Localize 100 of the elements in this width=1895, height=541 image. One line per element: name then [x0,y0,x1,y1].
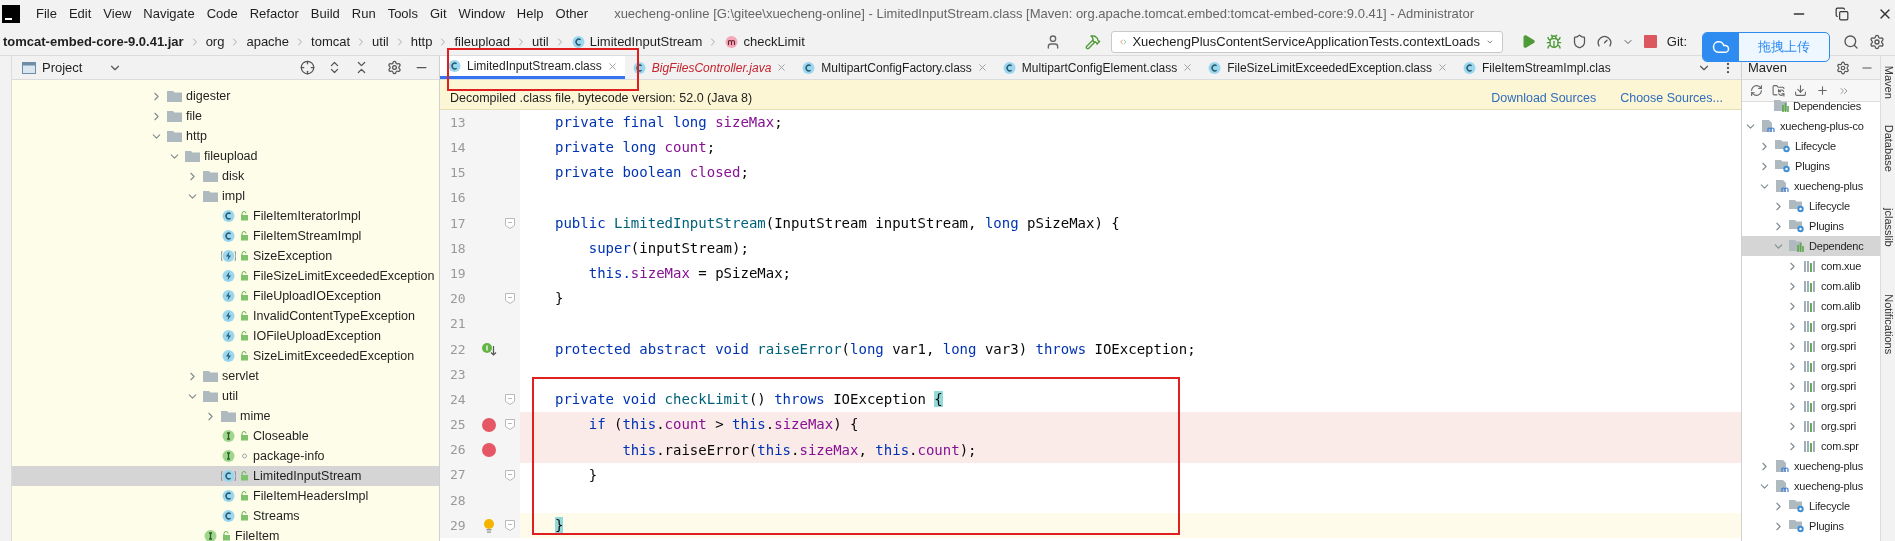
debug-icon[interactable] [1545,33,1562,50]
tree-item[interactable]: FileUploadIOException [12,286,439,306]
fold-icon[interactable] [505,469,515,481]
menu-item[interactable]: Help [510,4,550,24]
settings-icon[interactable] [1869,33,1885,50]
tree-item[interactable]: xuecheng-plus [1742,476,1880,496]
settings-icon[interactable] [387,60,402,75]
breadcrumb-item[interactable]: util [372,31,389,52]
tree-item[interactable]: com.alib [1742,276,1880,296]
tree-item[interactable]: FileSizeLimitExceededException [12,266,439,286]
tree-item[interactable]: fileupload [12,146,439,166]
tree-item[interactable]: file [12,106,439,126]
menu-item[interactable]: Run [345,4,382,24]
breadcrumb-item[interactable]: org [205,31,225,52]
coverage-icon[interactable] [1571,34,1587,49]
tree-item[interactable]: Plugins [1742,516,1880,536]
implemented-icon[interactable] [481,341,497,358]
tree-item[interactable]: SizeException [12,246,439,266]
tree-item[interactable]: Closeable [12,426,439,446]
link[interactable]: Download Sources [1491,89,1597,108]
menu-item[interactable]: Build [304,4,346,24]
breakpoint-icon[interactable] [482,417,496,432]
tree-item[interactable]: disk [12,166,439,186]
settings-icon[interactable] [1836,60,1850,75]
tree-item[interactable]: org.spri [1742,316,1880,336]
breadcrumb-item[interactable]: tomcat-embed-core-9.0.41.jar [3,31,184,52]
tree-item[interactable]: FileItem [12,526,439,541]
run-config-dropdown[interactable]: XuechengPlusContentServiceApplicationTests.contextLoads [1110,30,1503,53]
tree-item[interactable]: Lifecycle [1742,496,1880,516]
tree-item[interactable]: LimitedInputStream [12,466,439,486]
editor-tab[interactable]: BigFilesController.java [624,56,795,79]
menu-item[interactable]: Refactor [243,4,305,24]
breadcrumb-item[interactable]: LimitedInputStream [589,31,703,52]
tree-item[interactable]: Lifecycle [1742,136,1880,156]
editor-tab[interactable]: MultipartConfigElement.class [994,56,1201,79]
tree-item[interactable]: FileItemStreamImpl [12,226,439,246]
tree-item[interactable]: com.alib [1742,296,1880,316]
tree-item[interactable]: Dependenc [1742,236,1880,256]
editor-tab[interactable]: FileItemStreamImpl.clas [1455,56,1618,79]
tree-item[interactable]: util [12,386,439,406]
tree-item[interactable]: http [12,126,439,146]
editor-tab[interactable]: MultipartConfigFactory.class [794,56,995,79]
breadcrumb-item[interactable]: http [410,31,433,52]
folder-sync-icon[interactable] [1772,84,1785,97]
hammer-icon[interactable] [1084,33,1101,50]
link[interactable]: Choose Sources... [1620,89,1723,108]
menu-item[interactable]: Tools [381,4,424,24]
tree-item[interactable]: digester [12,86,439,106]
menu-item[interactable]: View [97,4,138,24]
lightbulb-icon[interactable] [483,517,495,534]
breadcrumb-item[interactable]: apache [246,31,290,52]
side-tab[interactable]: Maven [1880,66,1895,99]
breadcrumb-item[interactable]: fileupload [454,31,511,52]
tree-item[interactable]: com.spr [1742,436,1880,456]
tree-item[interactable]: InvalidContentTypeException [12,306,439,326]
tree-item[interactable]: com.xue [1742,256,1880,276]
tree-item[interactable]: Streams [12,506,439,526]
fold-icon[interactable] [505,419,515,431]
tree-item[interactable]: Plugins [1742,156,1880,176]
tree-item[interactable]: FileItemHeadersImpl [12,486,439,506]
tree-item[interactable]: IOFileUploadException [12,326,439,346]
reload-icon[interactable] [1750,84,1763,97]
download-icon[interactable] [1794,84,1807,97]
breadcrumb-item[interactable]: checkLimit [743,31,805,52]
tree-item[interactable]: org.spri [1742,356,1880,376]
restore-icon[interactable] [1835,7,1849,21]
breakpoint-icon[interactable] [482,443,496,458]
tree-item[interactable]: org.spri [1742,376,1880,396]
menu-item[interactable]: Git [424,4,453,24]
menu-item[interactable]: Other [549,4,595,24]
add-icon[interactable] [1816,84,1829,97]
tree-item[interactable]: xuecheng-plus [1742,456,1880,476]
profiler-icon[interactable] [1596,34,1612,49]
side-tab[interactable]: Notifications [1880,294,1895,355]
fold-icon[interactable] [505,217,515,229]
tree-item[interactable]: org.spri [1742,336,1880,356]
menu-item[interactable]: File [30,4,63,24]
fold-icon[interactable] [505,520,515,532]
menu-item[interactable]: Edit [62,4,98,24]
tree-item[interactable]: package-info [12,446,439,466]
tree-item[interactable]: org.spri [1742,416,1880,436]
panel-title[interactable]: Project [42,57,83,78]
tree-item[interactable]: Dependencies [1742,96,1880,116]
editor-tab[interactable]: FileSizeLimitExceededException.class [1200,56,1455,79]
search-icon[interactable] [1843,33,1859,50]
tree-item[interactable]: mime [12,406,439,426]
menu-item[interactable]: Navigate [137,4,201,24]
tree-item[interactable]: servlet [12,366,439,386]
run-icon[interactable] [1520,34,1536,49]
tree-item[interactable]: Lifecycle [1742,196,1880,216]
tree-item[interactable]: SizeLimitExceededException [12,346,439,366]
git-label[interactable]: Git: [1666,31,1687,52]
side-tab[interactable]: jclasslib [1880,208,1895,247]
tree-item[interactable]: org.spri [1742,396,1880,416]
menu-item[interactable]: Code [200,4,244,24]
tree-item[interactable]: xuecheng-plus-co [1742,116,1880,136]
breadcrumb-item[interactable]: tomcat [311,31,351,52]
fold-icon[interactable] [505,394,515,406]
menu-item[interactable]: Window [452,4,511,24]
tree-item[interactable]: impl [12,186,439,206]
